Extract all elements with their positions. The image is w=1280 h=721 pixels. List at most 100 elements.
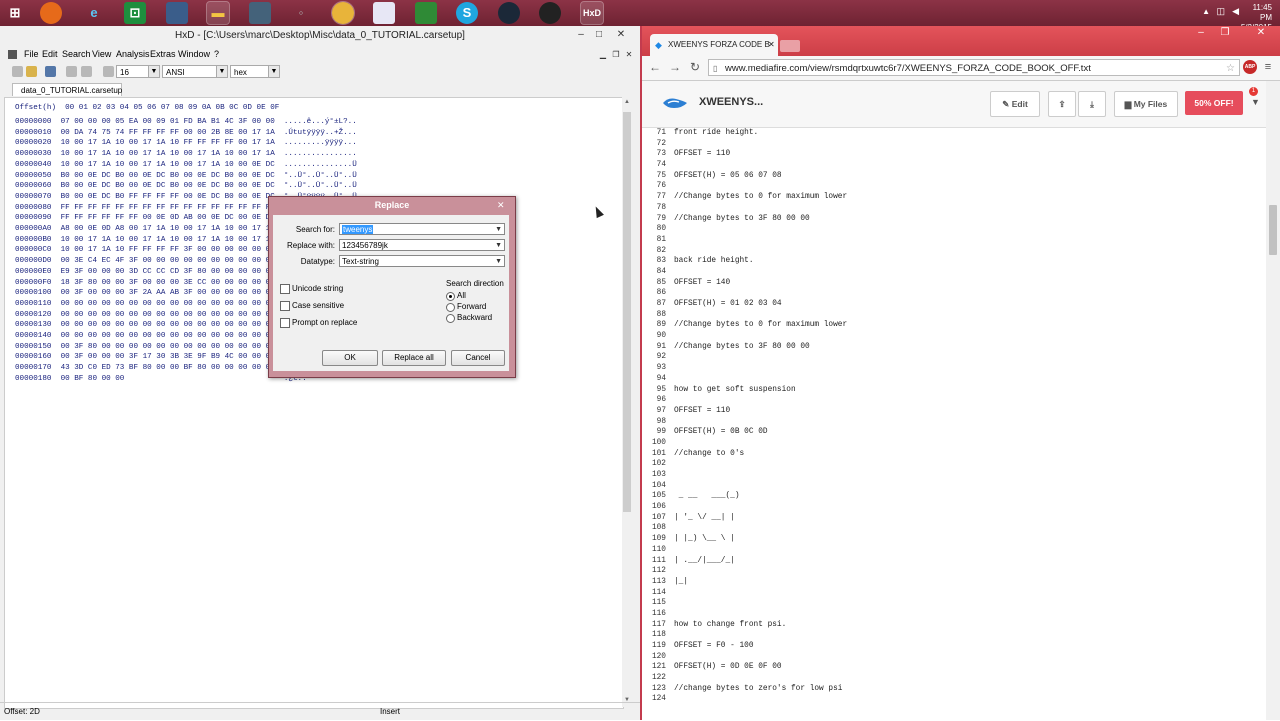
open-file-icon[interactable] [26,66,37,77]
case-sensitive-checkbox[interactable] [280,301,290,311]
volume-icon[interactable]: ◀ [1232,6,1239,17]
menu-window[interactable]: Window [178,49,210,59]
close-icon[interactable]: ✕ [1254,26,1268,40]
ok-button[interactable]: OK [322,350,378,366]
offer-button[interactable]: 50% OFF! [1185,91,1243,115]
app-icon[interactable] [249,2,271,24]
chevron-down-icon[interactable]: ▼ [495,224,502,236]
hex-row[interactable]: 00000040 10 00 17 1A 10 00 17 1A 10 00 1… [15,160,357,171]
scroll-up-icon[interactable]: ▲ [624,99,630,105]
dialog-close-icon[interactable]: ✕ [497,200,505,211]
scrollbar-thumb[interactable] [1269,205,1277,255]
search-for-input[interactable]: tweenys ▼ [339,223,505,235]
new-file-icon[interactable] [12,66,23,77]
hex-editor-view[interactable]: Offset(h) 00 01 02 03 04 05 06 07 08 09 … [4,97,624,709]
bytes-per-row-select[interactable]: 16 ▼ [116,65,160,78]
notification-badge[interactable]: 1 [1249,87,1258,96]
document-line: 73 OFFSET = 110 [642,149,847,160]
direction-forward-radio[interactable] [446,303,455,312]
tab-close-icon[interactable]: ✕ [768,34,775,56]
menu-edit[interactable]: Edit [42,49,58,59]
excel-icon[interactable]: ⊡ [124,2,146,24]
hex-row[interactable]: 00000010 00 DA 74 75 74 FF FF FF FF 00 0… [15,128,357,139]
prompt-checkbox[interactable] [280,318,290,328]
replace-all-button[interactable]: Replace all [382,350,446,366]
menu-analysis[interactable]: Analysis [116,49,150,59]
hxd-icon[interactable]: HxD [580,1,604,25]
hex-row[interactable]: 00000000 07 00 00 00 05 EA 00 09 01 FD B… [15,117,357,128]
app-icon[interactable]: ◦ [290,2,312,24]
hex-scrollbar[interactable]: ▲ ▼ [622,97,632,707]
file-tab[interactable]: data_0_TUTORIAL.carsetup [12,83,122,96]
download-button[interactable]: ⤓ [1078,91,1106,117]
menu-file[interactable]: File [24,49,39,59]
forward-icon[interactable]: → [668,60,682,74]
hex-row[interactable]: 00000020 10 00 17 1A 10 00 17 1A 10 FF F… [15,138,357,149]
line-text: OFFSET = 110 [674,406,731,415]
hex-row[interactable]: 00000060 B0 00 0E DC B0 00 0E DC B0 00 0… [15,181,357,192]
bookmark-star-icon[interactable]: ☆ [1226,60,1235,77]
user-name[interactable]: XWEENYS... [699,96,763,108]
adblock-icon[interactable]: ABP [1243,60,1257,74]
chevron-down-icon[interactable]: ▼ [1251,97,1260,107]
skype-icon[interactable]: S [456,2,478,24]
spreadsheet-icon[interactable] [415,2,437,24]
address-bar[interactable]: ▯ www.mediafire.com/view/rsmdqrtxuwtc6r7… [708,59,1240,76]
hex-row[interactable]: 00000050 B0 00 0E DC B0 00 0E DC B0 00 0… [15,171,357,182]
cancel-button[interactable]: Cancel [451,350,505,366]
mdi-close-icon[interactable]: ✕ [622,48,636,62]
direction-backward-radio[interactable] [446,314,455,323]
minimize-icon[interactable]: – [1194,26,1208,40]
obs-icon[interactable] [539,2,561,24]
firefox-icon[interactable] [40,2,62,24]
pencil-icon: ✎ [1002,99,1010,109]
browser-tab[interactable]: ◆ XWEENYS FORZA CODE B ✕ [650,34,778,56]
chevron-down-icon[interactable]: ▼ [495,240,502,252]
windows-start-icon[interactable]: ⊞ [4,2,26,24]
explorer-icon[interactable]: ▬ [206,1,230,25]
menu-search[interactable]: Search [62,49,91,59]
document-line: 86 [642,288,847,299]
hex-row[interactable]: 00000030 10 00 17 1A 10 00 17 1A 10 00 1… [15,149,357,160]
menu-extras[interactable]: Extras [150,49,176,59]
edit-button[interactable]: ✎ Edit [990,91,1040,117]
chrome-icon[interactable] [331,1,355,25]
charset-select[interactable]: ANSI ▼ [162,65,228,78]
doc-icon[interactable] [373,2,395,24]
my-files-button[interactable]: ▆ My Files [1114,91,1178,117]
back-icon[interactable]: ← [648,60,662,74]
mdi-restore-icon[interactable]: ❐ [609,48,623,62]
line-text: //Change bytes to 0 for maximum lower [674,321,848,330]
ie-icon[interactable]: e [83,2,105,24]
page-scrollbar[interactable] [1266,81,1280,720]
app-menu-icon[interactable] [8,50,17,59]
ram-icon[interactable] [66,66,77,77]
network-icon[interactable]: ◫ [1216,6,1225,17]
mdi-minimize-icon[interactable]: ▁ [596,48,610,62]
line-text: OFFSET = 140 [674,278,731,287]
share-button[interactable]: ⇪ [1048,91,1076,117]
scrollbar-thumb[interactable] [623,112,631,512]
new-tab-button[interactable] [780,40,800,52]
tray-arrow-icon[interactable]: ▲ [1202,7,1210,16]
mediafire-logo-icon[interactable] [662,96,688,110]
datatype-select[interactable]: Text-string ▼ [339,255,505,267]
menu-view[interactable]: View [92,49,111,59]
minimize-icon[interactable]: – [574,28,588,42]
steam-icon[interactable] [498,2,520,24]
menu-icon[interactable]: ≡ [1261,60,1275,74]
save-icon[interactable] [45,66,56,77]
direction-all-radio[interactable] [446,292,455,301]
maximize-icon[interactable]: □ [592,28,606,42]
offset-base-select[interactable]: hex ▼ [230,65,280,78]
reload-icon[interactable]: ↻ [688,60,702,74]
app-icon[interactable] [166,2,188,24]
disk-icon[interactable] [81,66,92,77]
menu-help[interactable]: ? [214,49,219,59]
chevron-down-icon[interactable]: ▼ [495,256,502,268]
close-icon[interactable]: ✕ [614,28,628,42]
restore-icon[interactable]: ❐ [1218,26,1232,40]
unicode-checkbox[interactable] [280,284,290,294]
document-line: 78 [642,203,847,214]
replace-with-input[interactable]: 123456789jk ▼ [339,239,505,251]
